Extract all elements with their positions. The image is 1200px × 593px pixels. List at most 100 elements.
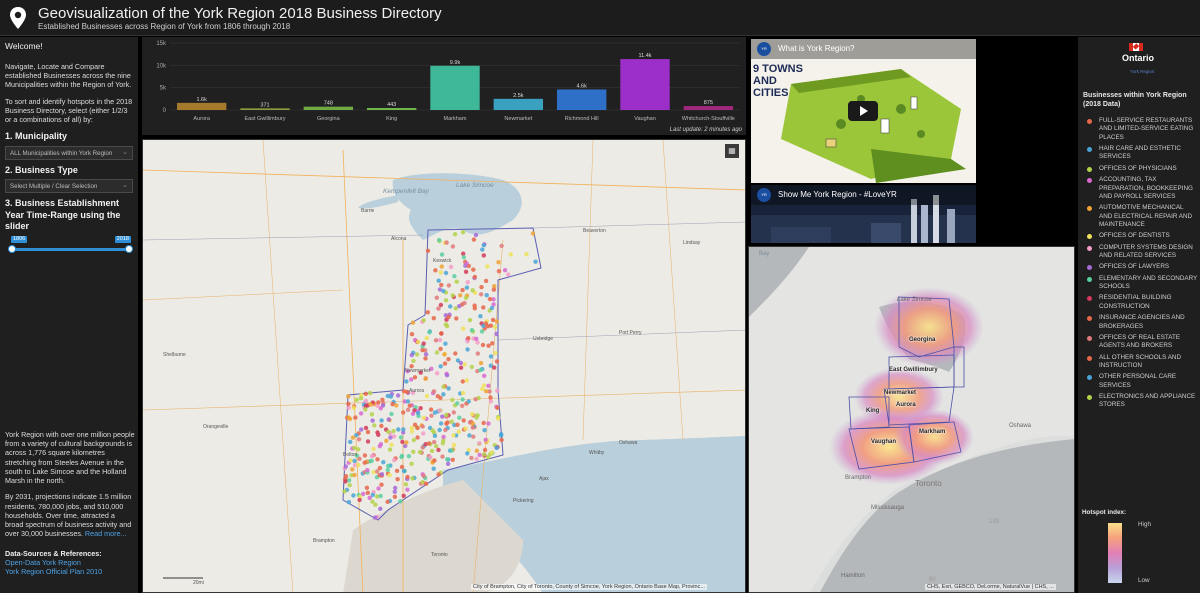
ref-link-open-data[interactable]: Open-Data York Region xyxy=(5,558,135,567)
business-point xyxy=(370,492,375,498)
intro-text: Navigate, Locate and Compare established… xyxy=(5,61,132,90)
slider-min-handle[interactable] xyxy=(8,244,16,253)
business-point xyxy=(395,393,401,398)
x-tick-label: King xyxy=(386,116,397,122)
business-point xyxy=(369,453,375,459)
hotspot-heat-map[interactable]: Bay Lake Simcoe Georgina East Gwillimbur… xyxy=(748,246,1075,593)
business-point xyxy=(502,268,508,273)
legend-item[interactable]: OFFICES OF LAWYERS xyxy=(1082,263,1198,271)
business-point xyxy=(410,320,416,325)
business-point xyxy=(346,394,351,399)
legend-item[interactable]: FULL-SERVICE RESTAURANTS AND LIMITED-SER… xyxy=(1082,117,1198,142)
bar-king xyxy=(366,108,417,110)
business-point xyxy=(404,440,409,445)
chevron-down-icon: ⌄ xyxy=(122,148,128,156)
business-point xyxy=(343,479,348,484)
business-point xyxy=(464,285,470,290)
legend-item[interactable]: ACCOUNTING, TAX PREPARATION, BOOKKEEPING… xyxy=(1082,176,1198,201)
business-point xyxy=(440,414,445,419)
map-canvas[interactable] xyxy=(143,140,746,593)
legend-item[interactable]: OTHER PERSONAL CARE SERVICES xyxy=(1082,373,1198,390)
business-point xyxy=(352,472,357,478)
business-point xyxy=(499,243,504,249)
business-point xyxy=(389,411,394,417)
business-point xyxy=(477,441,482,446)
legend-item[interactable]: ELECTRONICS AND APPLIANCE STORES xyxy=(1082,393,1198,410)
read-more-link[interactable]: Read more... xyxy=(85,529,127,538)
business-point xyxy=(409,377,414,382)
business-point xyxy=(373,515,378,520)
legend-item[interactable]: OFFICES OF DENTISTS xyxy=(1082,232,1198,240)
label-oshawa: Oshawa xyxy=(1009,423,1032,429)
label-beaverton: Beaverton xyxy=(583,228,606,234)
legend-item[interactable]: RESIDENTIAL BUILDING CONSTRUCTION xyxy=(1082,294,1198,311)
business-point xyxy=(506,272,511,277)
legend-item-label: OFFICES OF PHYSICIANS xyxy=(1099,164,1177,172)
legend-item[interactable]: OFFICES OF PHYSICIANS xyxy=(1082,165,1198,173)
business-point xyxy=(437,337,443,343)
grid-view-button[interactable]: ▦ xyxy=(725,144,739,158)
video-what-is-york-region[interactable]: 9 TOWNS AND CITIES YR What is York Regio… xyxy=(751,39,976,183)
legend-dot-icon xyxy=(1087,276,1092,282)
legend-item-label: ACCOUNTING, TAX PREPARATION, BOOKKEEPING… xyxy=(1099,176,1193,200)
business-point xyxy=(386,463,391,469)
business-point xyxy=(471,237,477,242)
business-point xyxy=(414,352,420,357)
legend-item[interactable]: AUTOMOTIVE MECHANICAL AND ELECTRICAL REP… xyxy=(1082,204,1198,229)
year-range-slider[interactable]: 1806 2018 xyxy=(5,235,133,256)
business-point xyxy=(362,453,368,458)
legend-item-label: OFFICES OF REAL ESTATE AGENTS AND BROKER… xyxy=(1099,333,1181,350)
label-barrie: Barrie xyxy=(361,208,375,214)
business-point xyxy=(434,350,440,355)
slider-max-handle[interactable] xyxy=(125,244,133,253)
business-point xyxy=(484,293,489,298)
business-point xyxy=(443,341,448,346)
business-point xyxy=(481,420,486,426)
business-point xyxy=(417,449,423,455)
business-point xyxy=(350,467,355,472)
business-type-select[interactable]: Select Multiple / Clear Selection ⌄ xyxy=(5,179,133,194)
business-point xyxy=(437,237,442,243)
label-60: 60 xyxy=(929,577,936,583)
legend-item[interactable]: ALL OTHER SCHOOLS AND INSTRUCTION xyxy=(1082,354,1198,371)
business-point xyxy=(483,321,489,326)
legend-item[interactable]: COMPUTER SYSTEMS DESIGN AND RELATED SERV… xyxy=(1082,244,1198,261)
page-subtitle: Established Businesses across Region of … xyxy=(38,22,291,31)
business-count-chart-panel: 0 5k 10k 15k 1.6k Aurora 371 East Gwillimbury 74… xyxy=(142,37,746,135)
business-point xyxy=(405,407,411,412)
business-point xyxy=(375,430,380,435)
business-point xyxy=(450,244,456,249)
business-point xyxy=(472,303,477,308)
business-point xyxy=(423,356,428,361)
business-point xyxy=(409,352,414,358)
video-show-me-york-region[interactable]: YR Show Me York Region - #LoveYR xyxy=(751,185,976,243)
label-port-perry: Port Perry xyxy=(619,330,642,336)
label-toronto: Toronto xyxy=(915,479,942,488)
legend-item[interactable]: HAIR CARE AND ESTHETIC SERVICES xyxy=(1082,145,1198,162)
legend-dot-icon xyxy=(1087,395,1092,401)
business-point xyxy=(496,269,502,274)
legend-item[interactable]: INSURANCE AGENCIES AND BROKERAGES xyxy=(1082,314,1198,331)
legend-item[interactable]: ELEMENTARY AND SECONDARY SCHOOLS xyxy=(1082,275,1198,292)
legend-item-label: OTHER PERSONAL CARE SERVICES xyxy=(1099,373,1177,389)
business-point xyxy=(436,472,441,477)
legend-item[interactable]: OFFICES OF REAL ESTATE AGENTS AND BROKER… xyxy=(1082,334,1198,351)
business-point xyxy=(379,423,384,429)
business-point xyxy=(354,397,359,402)
legend-item-label: ELECTRONICS AND APPLIANCE STORES xyxy=(1099,393,1196,409)
chevron-down-icon: ⌄ xyxy=(122,182,128,190)
label-kempenfelt-bay: Kempenfelt Bay xyxy=(383,188,429,195)
business-point xyxy=(496,260,501,265)
business-point xyxy=(401,493,406,498)
business-point xyxy=(412,375,418,380)
business-point xyxy=(378,442,384,447)
business-point xyxy=(347,483,352,488)
play-button[interactable] xyxy=(848,101,878,121)
business-points-map[interactable]: ▦ Lake Simcoe Kempenfelt Bay Barrie Alco… xyxy=(142,139,746,593)
business-point xyxy=(363,425,369,431)
business-point xyxy=(352,445,357,451)
business-point xyxy=(372,423,377,428)
ref-link-official-plan[interactable]: York Region Official Plan 2010 xyxy=(5,567,135,576)
bar-value-label: 9.9k xyxy=(450,60,461,66)
municipality-select[interactable]: ALL Municipalities within York Region ⌄ xyxy=(5,145,133,160)
